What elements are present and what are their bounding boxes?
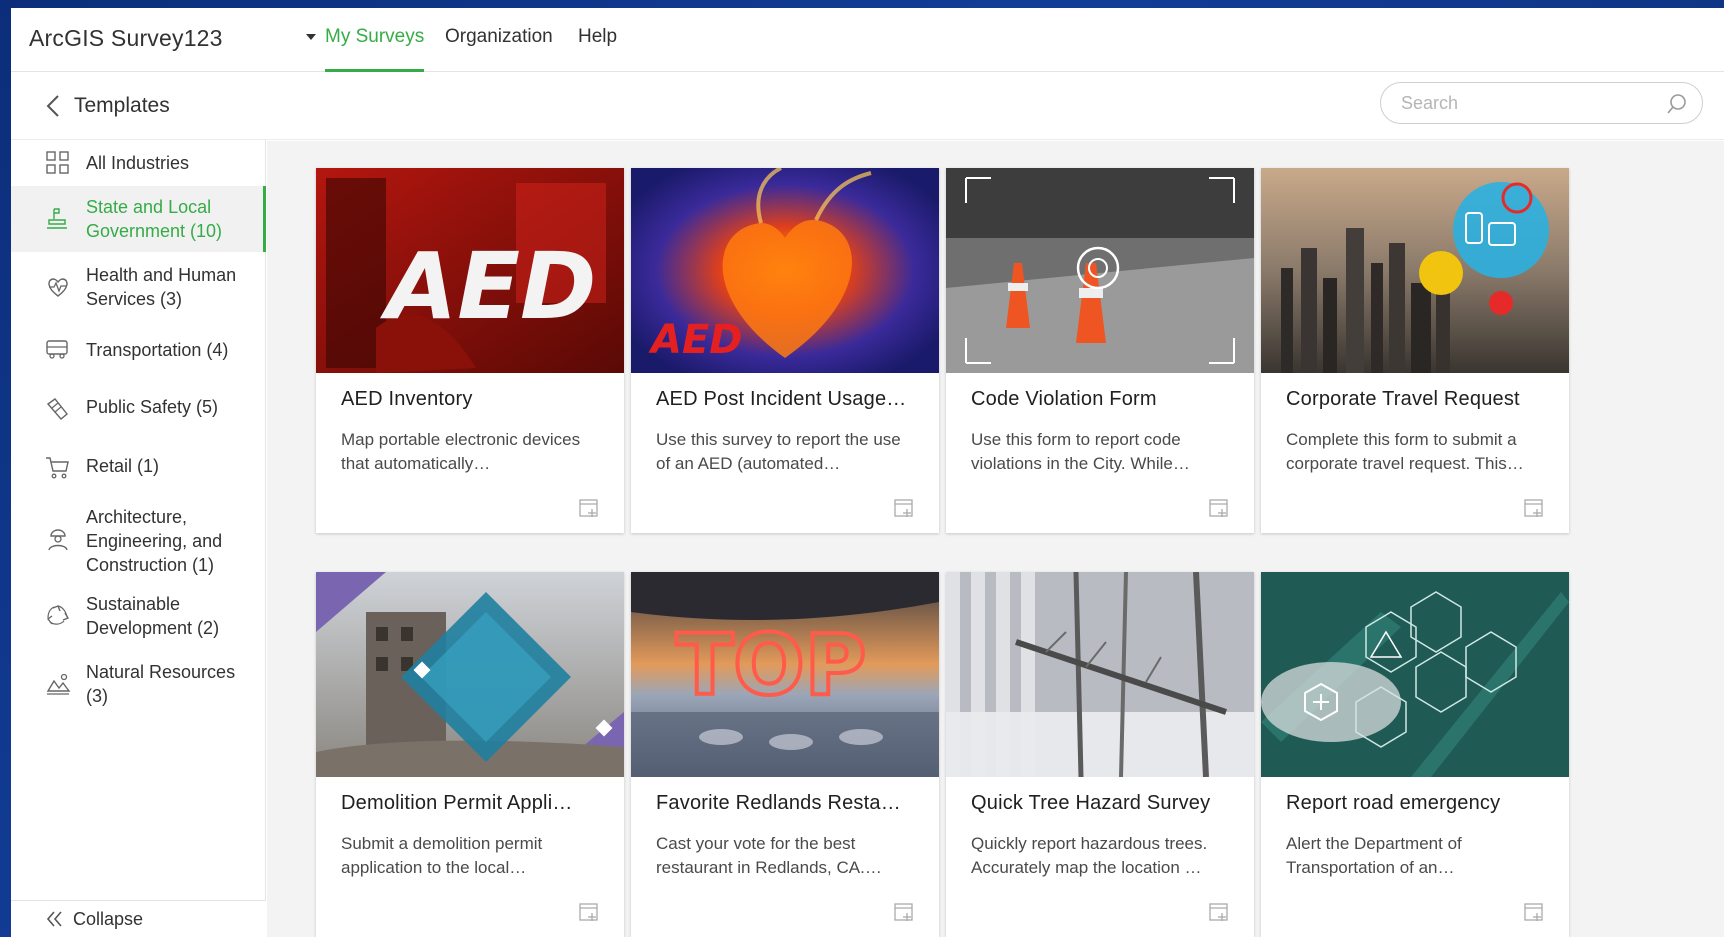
card-description: Cast your vote for the best restaurant i…: [656, 834, 882, 877]
aed-logo-text: AED: [380, 233, 596, 340]
sidebar-item-architecture-engineering-construction[interactable]: Architecture, Engineering, and Construct…: [11, 496, 266, 582]
heart-pulse-icon: [48, 278, 68, 297]
sidebar-item-sustainable-development[interactable]: Sustainable Development (2): [11, 582, 266, 650]
sidebar-item-health-human-services[interactable]: Health and Human Services (3): [11, 252, 266, 322]
grid-icon: [46, 151, 69, 174]
create-survey-icon[interactable]: [1208, 497, 1230, 519]
create-survey-icon[interactable]: [893, 497, 915, 519]
card-thumbnail: AED: [631, 168, 939, 373]
card-title: Quick Tree Hazard Survey: [971, 792, 1211, 814]
category-sidebar: All Industries State and Local Governmen…: [11, 140, 266, 937]
card-title: AED Post Incident Usage…: [656, 388, 907, 410]
sidebar-item-all-industries[interactable]: All Industries: [11, 140, 266, 186]
back-chevron-icon[interactable]: [43, 94, 65, 118]
app-title[interactable]: ArcGIS Survey123: [29, 25, 223, 52]
sidebar-item-label: Public Safety (5): [86, 397, 219, 417]
card-thumbnail: [1261, 168, 1569, 373]
create-survey-icon[interactable]: [1523, 497, 1545, 519]
template-gallery: AED AED Inventory Map portable electroni…: [267, 141, 1724, 937]
card-thumbnail: [1261, 572, 1569, 777]
tab-help[interactable]: Help: [578, 26, 617, 72]
template-card-favorite-restaurant[interactable]: TOP Favorite Redlands Resta… Cast your v…: [631, 572, 939, 937]
card-description: Quickly report hazardous trees. Accurate…: [971, 834, 1208, 877]
sidebar-item-label: Retail (1): [86, 456, 160, 476]
template-card-demolition-permit[interactable]: Demolition Permit Appli… Submit a demoli…: [316, 572, 624, 937]
template-card-corporate-travel[interactable]: Corporate Travel Request Complete this f…: [1261, 168, 1569, 533]
collapse-label: Collapse: [73, 909, 144, 929]
card-title: Report road emergency: [1286, 792, 1501, 814]
page-title: Templates: [74, 94, 170, 117]
card-thumbnail: TOP: [631, 572, 939, 777]
create-survey-icon[interactable]: [578, 901, 600, 923]
top-logo-text: TOP: [676, 616, 866, 714]
template-card-aed-post-incident[interactable]: AED AED Post Incident Usage… Use this su…: [631, 168, 939, 533]
aed-logo-text: AED: [648, 317, 742, 363]
card-description: Use this form to report code violations …: [971, 430, 1190, 473]
app-switcher-caret-icon[interactable]: [306, 34, 316, 40]
template-card-road-emergency[interactable]: Report road emergency Alert the Departme…: [1261, 572, 1569, 937]
sidebar-item-label: Health and Human Services (3): [86, 265, 237, 309]
card-description: Alert the Department of Transportation o…: [1286, 834, 1462, 877]
card-description: Map portable electronic devices that aut…: [341, 430, 581, 473]
template-card-code-violation[interactable]: Code Violation Form Use this form to rep…: [946, 168, 1254, 533]
sidebar-item-label: Natural Resources (3): [86, 662, 236, 706]
sidebar-item-state-local-government[interactable]: State and Local Government (10): [11, 186, 266, 252]
sidebar-item-retail[interactable]: Retail (1): [11, 438, 266, 496]
sidebar-item-label: All Industries: [86, 153, 190, 173]
card-title: Code Violation Form: [971, 388, 1157, 410]
sidebar-item-transportation[interactable]: Transportation (4): [11, 322, 266, 378]
template-card-aed-inventory[interactable]: AED AED Inventory Map portable electroni…: [316, 168, 624, 533]
sidebar-item-label: Architecture, Engineering, and Construct…: [86, 507, 223, 575]
card-thumbnail: [946, 168, 1254, 373]
double-chevron-left-icon: [46, 911, 62, 927]
sidebar-item-public-safety[interactable]: Public Safety (5): [11, 378, 266, 438]
search-input[interactable]: [1401, 92, 1651, 114]
card-title: Corporate Travel Request: [1286, 388, 1520, 410]
sidebar-item-label: State and Local Government (10): [86, 197, 223, 241]
cart-icon: [46, 457, 69, 479]
search-box[interactable]: [1380, 82, 1703, 124]
card-title: AED Inventory: [341, 388, 473, 410]
collapse-sidebar-button[interactable]: Collapse: [11, 900, 266, 937]
card-title: Demolition Permit Appli…: [341, 792, 573, 814]
sidebar-item-natural-resources[interactable]: Natural Resources (3): [11, 650, 266, 718]
sidebar-item-label: Sustainable Development (2): [86, 594, 220, 638]
nature-icon: [46, 673, 71, 695]
card-title: Favorite Redlands Resta…: [656, 792, 901, 814]
card-thumbnail: AED: [316, 168, 624, 373]
search-icon[interactable]: [1666, 93, 1688, 115]
card-thumbnail: [946, 572, 1254, 777]
sidebar-item-label: Transportation (4): [86, 340, 229, 360]
card-thumbnail: [316, 572, 624, 777]
create-survey-icon[interactable]: [1208, 901, 1230, 923]
government-icon: [47, 208, 67, 229]
top-navigation-bar: ArcGIS Survey123 My Surveys Organization…: [11, 8, 1724, 72]
recycle-icon: [47, 605, 70, 625]
create-survey-icon[interactable]: [578, 497, 600, 519]
card-description: Complete this form to submit a corporate…: [1286, 430, 1524, 473]
bus-icon: [46, 340, 68, 359]
card-description: Submit a demolition permit application t…: [341, 834, 543, 877]
tab-my-surveys[interactable]: My Surveys: [325, 26, 425, 72]
worker-icon: [48, 529, 68, 551]
template-card-tree-hazard[interactable]: Quick Tree Hazard Survey Quickly report …: [946, 572, 1254, 937]
tab-organization[interactable]: Organization: [445, 26, 553, 72]
safety-icon: [46, 398, 68, 420]
app-window: ArcGIS Survey123 My Surveys Organization…: [11, 8, 1724, 937]
templates-header: Templates: [11, 72, 1724, 140]
card-description: Use this survey to report the use of an …: [656, 430, 901, 473]
create-survey-icon[interactable]: [1523, 901, 1545, 923]
create-survey-icon[interactable]: [893, 901, 915, 923]
